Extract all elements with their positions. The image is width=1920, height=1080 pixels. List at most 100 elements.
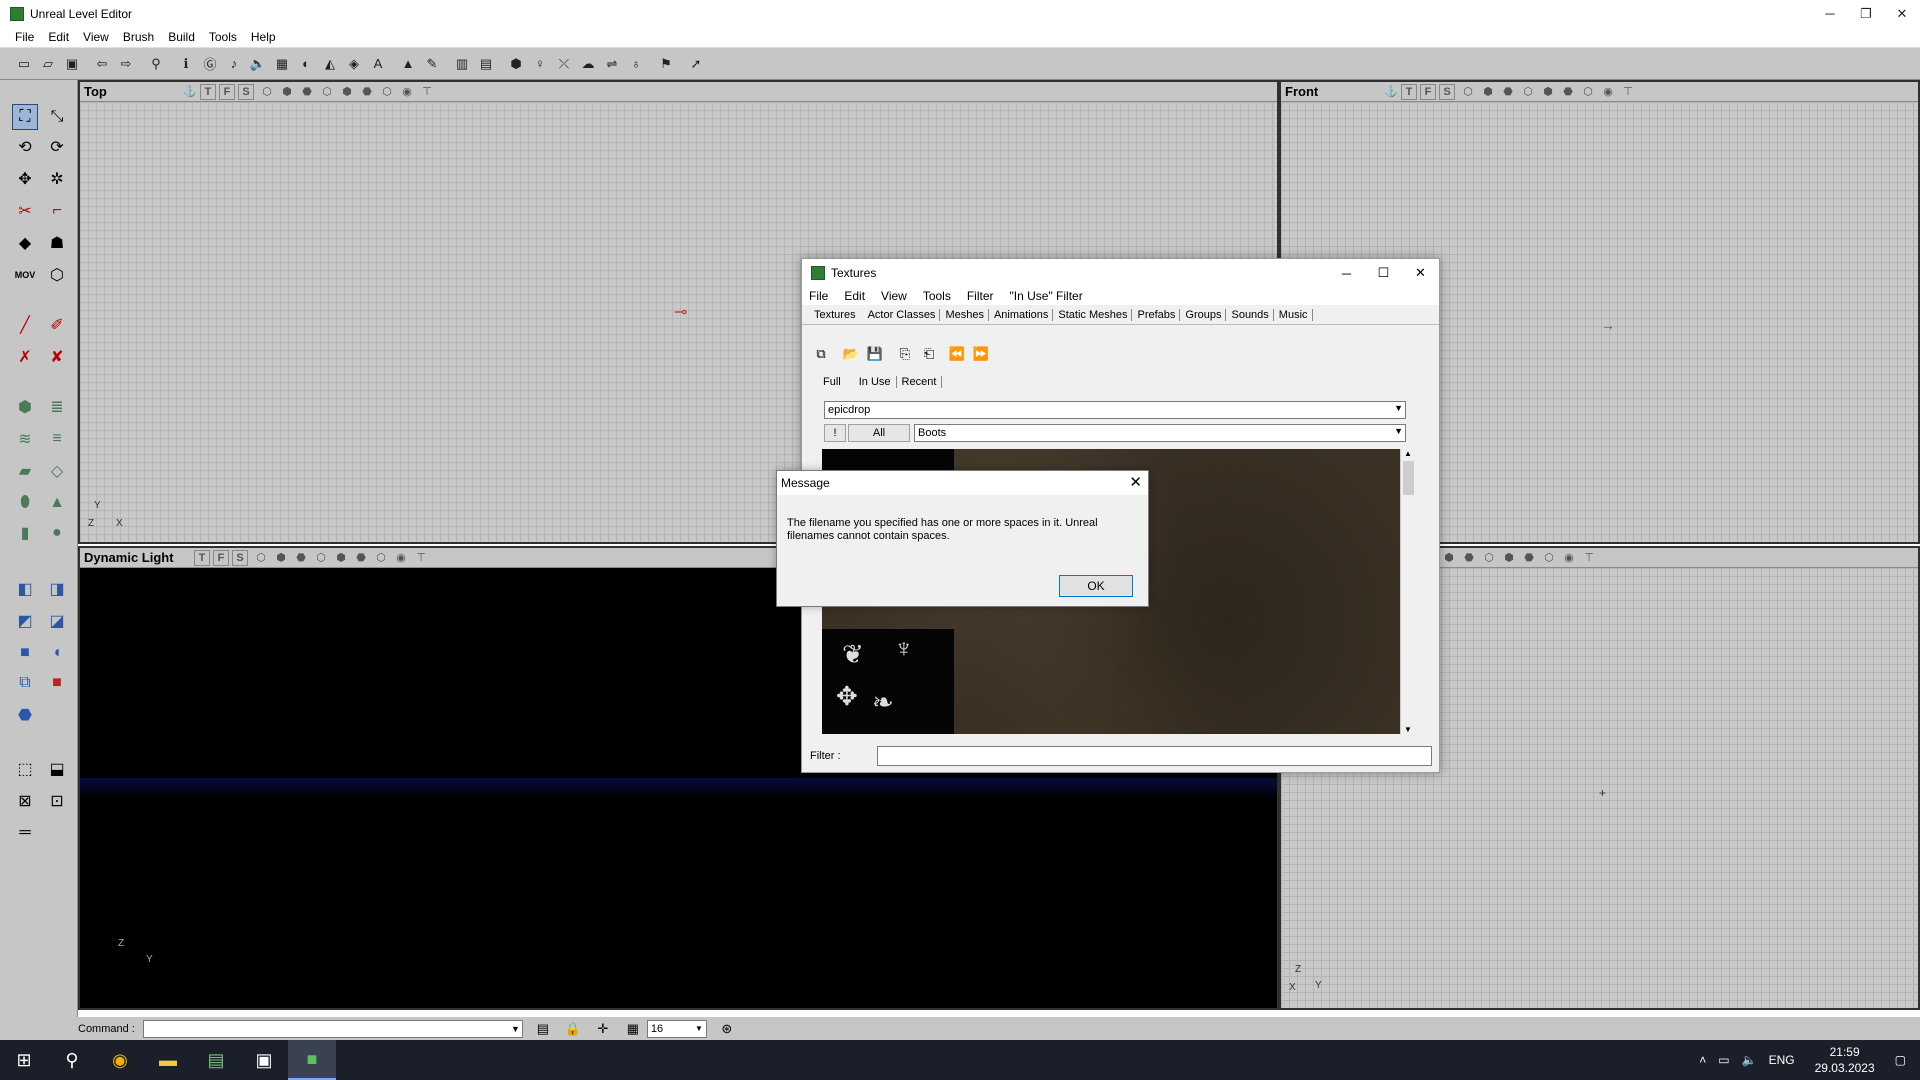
help-cursor-icon[interactable]: ➚ [686,54,706,74]
notification-icon[interactable]: ▢ [1895,1053,1906,1067]
real-time-icon[interactable]: ◉ [1559,550,1579,566]
tex-menu-inuse-filter[interactable]: "In Use" Filter [1010,289,1083,303]
lamp-icon[interactable]: ♁ [626,54,646,74]
save-icon[interactable]: ▣ [62,54,82,74]
real-time-icon[interactable]: ◉ [391,550,411,566]
chevron-down-icon[interactable]: ▼ [1394,403,1403,413]
package-select[interactable]: epicdrop ▼ [824,401,1406,419]
texture-usage-icon[interactable]: ⬣ [291,550,311,566]
lock-selection-icon[interactable]: 🔒 [563,1020,583,1038]
undo-icon[interactable]: ⇦ [92,54,112,74]
terrain-icon[interactable]: ◆ [12,230,38,256]
menu-edit[interactable]: Edit [48,30,69,44]
texture-usage-icon[interactable]: ⬣ [1498,84,1518,100]
mesh-browser-icon[interactable]: ◐ [296,54,316,74]
grid-size-select[interactable]: 16 ▼ [646,1019,707,1038]
spiral-stairs-icon[interactable]: ≡ [44,426,70,452]
terminal-icon[interactable]: ▣ [240,1040,288,1080]
add-special-icon[interactable]: ◖ [44,640,70,666]
real-time-icon[interactable]: ◉ [397,84,417,100]
curved-stairs-icon[interactable]: ≋ [12,426,38,452]
group-select[interactable]: Boots ▼ [914,424,1406,442]
lighting-only-icon[interactable]: ⬡ [371,550,391,566]
csg-deintersect-icon[interactable]: ◪ [44,608,70,634]
chevron-down-icon[interactable]: ▼ [695,1024,703,1033]
menu-view[interactable]: View [83,30,109,44]
play-level-icon[interactable]: ⚑ [656,54,676,74]
textured-icon[interactable]: ⬢ [1538,84,1558,100]
tab-animations[interactable]: Animations [990,308,1054,321]
texture-usage-icon[interactable]: ⬣ [297,84,317,100]
ok-button[interactable]: OK [1059,575,1133,597]
light-icon[interactable]: ♀ [530,54,550,74]
show-all-icon[interactable]: ⊡ [44,788,70,814]
tab-groups[interactable]: Groups [1181,308,1227,321]
bsp-cuts-icon[interactable]: ⬡ [317,84,337,100]
select-invert-icon[interactable]: ⊠ [12,788,38,814]
view-top-toggle[interactable]: T [194,549,210,566]
view-front-toggle[interactable]: F [1420,83,1436,100]
viewport-menu-icon[interactable]: ⊤ [411,550,431,566]
plane-brush-icon[interactable]: ◇ [44,458,70,484]
texture-thumbnail[interactable] [822,449,954,471]
close-icon[interactable]: ✕ [1402,259,1439,287]
filter-input[interactable] [877,746,1432,766]
scroll-down-icon[interactable]: ▼ [1404,725,1412,734]
zone-icon[interactable]: ⬢ [271,550,291,566]
cylinder-brush-icon[interactable]: ⬮ [12,490,38,516]
dynamic-light-icon[interactable]: ⬣ [1519,550,1539,566]
zone-icon[interactable]: ⬢ [1439,550,1459,566]
chevron-up-icon[interactable]: ˄ [1699,1053,1706,1067]
player-start-icon[interactable]: ⊸ [674,302,687,322]
csg-subtract-icon[interactable]: ◨ [44,576,70,602]
texture-scrollbar[interactable]: ▲ ▼ [1400,449,1416,734]
slider-icon[interactable]: ═ [12,820,38,846]
clock[interactable]: 21:59 29.03.2023 [1815,1044,1875,1076]
chevron-down-icon[interactable]: ▼ [1394,426,1403,436]
vertex-edit-icon[interactable]: ✂ [12,198,38,224]
bsp-cuts-icon[interactable]: ⬡ [1479,550,1499,566]
wireframe-icon[interactable]: ⬡ [1458,84,1478,100]
matinee-icon[interactable]: ☗ [44,230,70,256]
unreal-editor-taskbar-icon[interactable]: ■ [288,1040,336,1080]
view-front-toggle[interactable]: F [219,83,235,100]
tab-static-meshes[interactable]: Static Meshes [1054,308,1133,321]
tex-menu-filter[interactable]: Filter [967,289,994,303]
camera-mode-icon[interactable]: ⛶ [12,104,38,130]
real-time-icon[interactable]: ◉ [1598,84,1618,100]
scroll-up-icon[interactable]: ▲ [1404,449,1412,458]
tab-sounds[interactable]: Sounds [1227,308,1274,321]
add-antiportal-icon[interactable]: ⬣ [12,702,38,728]
view-side-toggle[interactable]: S [238,83,254,100]
build-all-icon[interactable]: ☁ [578,54,598,74]
tab-meshes[interactable]: Meshes [941,308,989,321]
line-tool-icon[interactable]: ╱ [12,312,38,338]
chrome-icon[interactable]: ◉ [96,1040,144,1080]
texture-usage-icon[interactable]: ⬣ [1459,550,1479,566]
movie-mode-icon[interactable]: MOV [12,262,38,288]
volume-icon[interactable]: 🔈 [1742,1053,1757,1067]
sheet-brush-icon[interactable]: ▰ [12,458,38,484]
windows-start-icon[interactable]: ⊞ [0,1040,48,1080]
hide-selected-icon[interactable]: ⬓ [44,756,70,782]
menu-tools[interactable]: Tools [209,30,237,44]
zone-icon[interactable]: ⬢ [1478,84,1498,100]
all-groups-button[interactable]: All [848,424,910,442]
animation-browser-icon[interactable]: ◭ [320,54,340,74]
tab-textures[interactable]: Textures [810,309,860,321]
previous-icon[interactable]: ⏪ [946,343,968,365]
info-icon[interactable]: ℹ [176,54,196,74]
menu-brush[interactable]: Brush [123,30,154,44]
textured-icon[interactable]: ⬢ [1499,550,1519,566]
dynamic-light-icon[interactable]: ⬣ [351,550,371,566]
tab-music[interactable]: Music [1275,308,1313,321]
tex-menu-edit[interactable]: Edit [844,289,865,303]
viewport-menu-icon[interactable]: ⊤ [1618,84,1638,100]
sphere-brush-icon[interactable]: ● [44,520,70,546]
subtab-in-use[interactable]: In Use [854,376,897,388]
close-icon[interactable]: ✕ [1129,473,1142,491]
menu-help[interactable]: Help [251,30,276,44]
paint-icon[interactable]: ✎ [422,54,442,74]
grid-toggle-icon[interactable]: ▦ [623,1020,643,1038]
maximize-icon[interactable]: ☐ [1365,259,1402,287]
